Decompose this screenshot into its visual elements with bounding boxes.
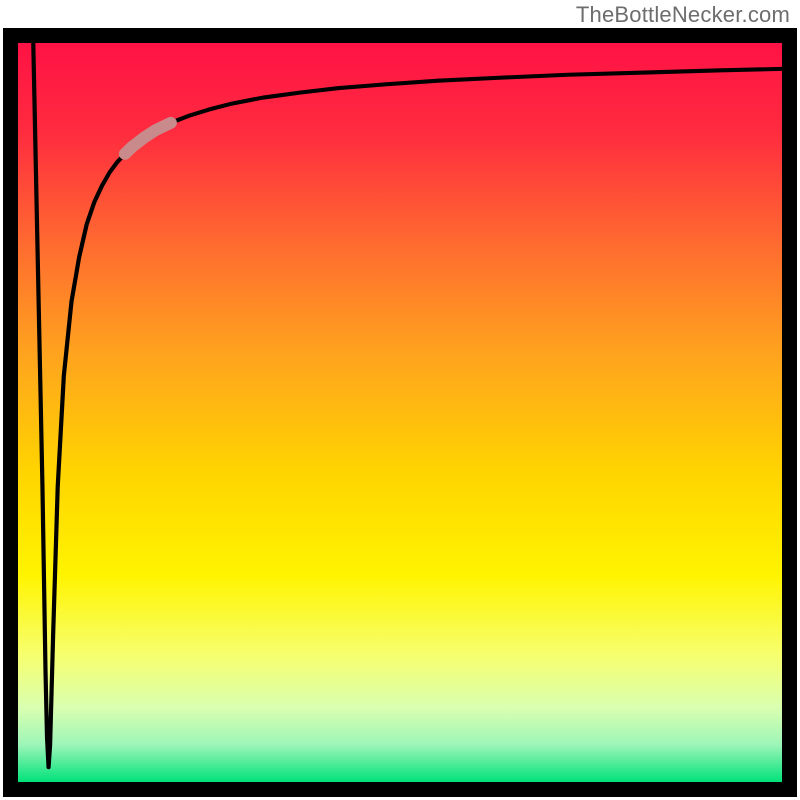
chart-curve [18,43,782,782]
attribution-text: TheBottleNecker.com [576,2,790,28]
chart-plot-area [18,43,782,782]
chart-frame [3,28,797,797]
